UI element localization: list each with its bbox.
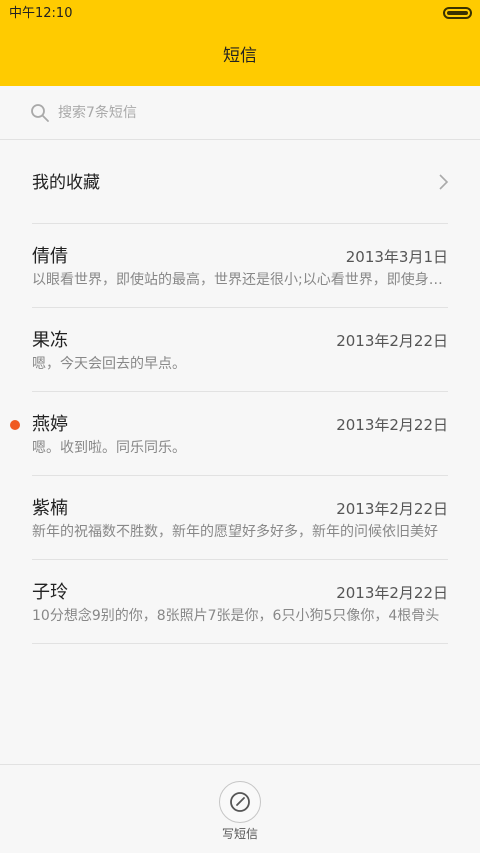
favorites-label: 我的收藏 [32, 173, 100, 193]
search-icon [31, 104, 49, 122]
status-time: 中午12:10 [9, 6, 73, 21]
message-preview: 以眼看世界，即使站的最高，世界还是很小;以心看世界，即使身处最低，世界也是很大 [32, 272, 448, 288]
search-input[interactable]: 搜索7条短信 [58, 103, 137, 123]
message-date: 2013年2月22日 [336, 416, 448, 434]
conversation-item[interactable]: 紫楠 2013年2月22日 新年的祝福数不胜数，新年的愿望好多好多，新年的问候依… [0, 476, 480, 560]
conversation-item[interactable]: 果冻 2013年2月22日 嗯，今天会回去的早点。 [0, 308, 480, 392]
page-title: 短信 [223, 46, 257, 66]
message-date: 2013年3月1日 [345, 248, 448, 266]
conversation-item[interactable]: 燕婷 2013年2月22日 嗯。收到啦。同乐同乐。 [0, 392, 480, 476]
contact-name: 倩倩 [32, 246, 68, 267]
contact-name: 果冻 [32, 330, 68, 351]
contact-name: 燕婷 [32, 414, 68, 435]
message-preview: 新年的祝福数不胜数，新年的愿望好多好多，新年的问候依旧美好 [32, 524, 438, 540]
divider [32, 643, 448, 644]
unread-indicator [10, 420, 20, 430]
conversation-item[interactable]: 倩倩 2013年3月1日 以眼看世界，即使站的最高，世界还是很小;以心看世界，即… [0, 224, 480, 308]
compose-button[interactable] [219, 781, 261, 823]
message-preview: 10分想念9别的你，8张照片7张是你，6只小狗5只像你，4根骨头 [32, 608, 440, 624]
message-preview: 嗯。收到啦。同乐同乐。 [32, 440, 186, 456]
chevron-right-icon [439, 174, 449, 190]
search-bar[interactable]: 搜索7条短信 [0, 86, 480, 140]
battery-icon [443, 7, 472, 19]
conversation-item[interactable]: 子玲 2013年2月22日 10分想念9别的你，8张照片7张是你，6只小狗5只像… [0, 560, 480, 644]
message-date: 2013年2月22日 [336, 584, 448, 602]
app-header: 中午12:10 短信 [0, 0, 480, 86]
compose-icon [230, 792, 250, 812]
message-preview: 嗯，今天会回去的早点。 [32, 356, 186, 372]
message-date: 2013年2月22日 [336, 500, 448, 518]
favorites-item[interactable]: 我的收藏 [0, 140, 480, 224]
contact-name: 子玲 [32, 582, 68, 603]
message-date: 2013年2月22日 [336, 332, 448, 350]
bottom-toolbar: 写短信 [0, 764, 480, 853]
contact-name: 紫楠 [32, 498, 68, 519]
compose-label: 写短信 [221, 827, 258, 841]
